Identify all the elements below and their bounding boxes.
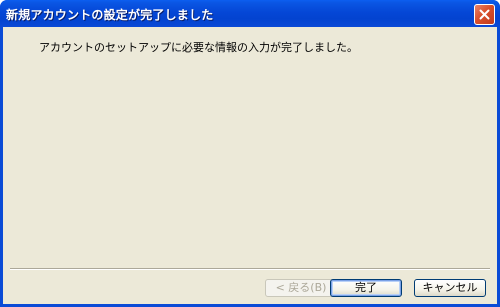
- completion-message: アカウントのセットアップに必要な情報の入力が完了しました。: [39, 41, 358, 54]
- window-title: 新規アカウントの設定が完了しました: [6, 8, 214, 22]
- button-divider: [10, 268, 490, 270]
- close-icon: [479, 9, 490, 20]
- dialog-window: 新規アカウントの設定が完了しました アカウントのセットアップに必要な情報の入力が…: [0, 0, 500, 307]
- dialog-body: アカウントのセットアップに必要な情報の入力が完了しました。 < 戻る(B) 完了…: [3, 27, 497, 304]
- close-button[interactable]: [474, 4, 495, 25]
- back-button[interactable]: < 戻る(B): [265, 279, 337, 297]
- title-bar[interactable]: 新規アカウントの設定が完了しました: [0, 0, 500, 27]
- cancel-button[interactable]: キャンセル: [414, 279, 486, 297]
- finish-button[interactable]: 完了: [330, 279, 402, 297]
